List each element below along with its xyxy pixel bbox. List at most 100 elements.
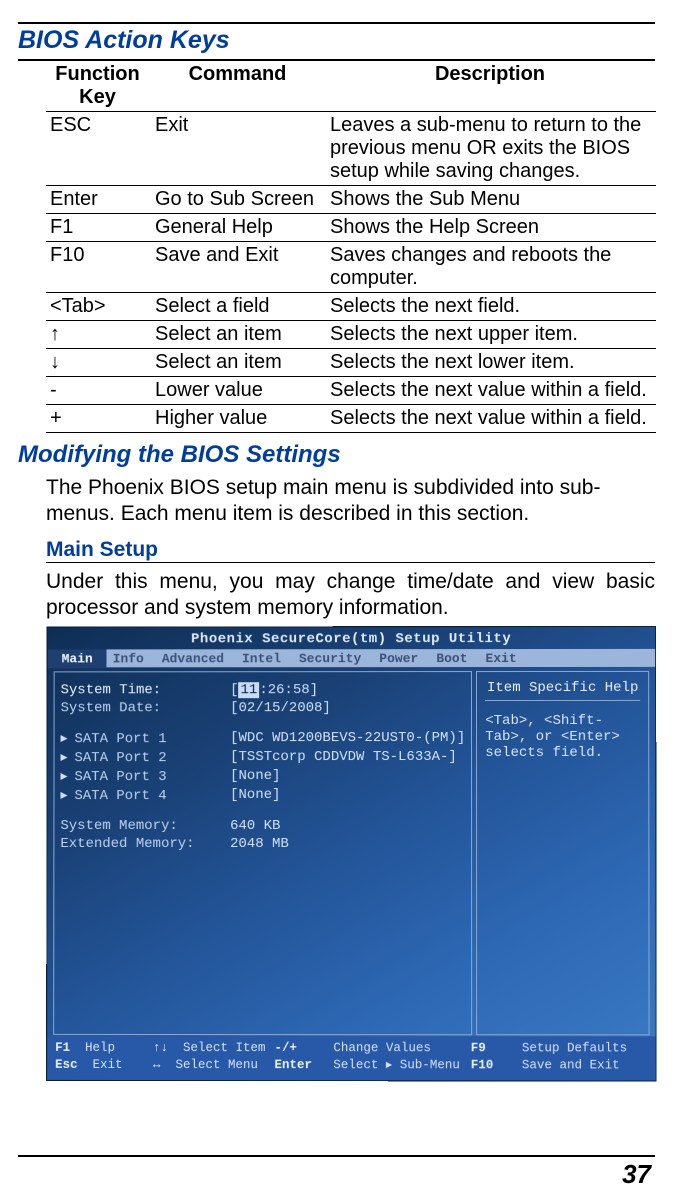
table-row: - Lower value Selects the next value wit… bbox=[46, 377, 656, 405]
cell-key: ↓ bbox=[46, 349, 151, 377]
bios-value-date: [02/15/2008] bbox=[230, 701, 331, 717]
paragraph-main-setup: Under this menu, you may change time/dat… bbox=[46, 569, 655, 620]
bios-footer-arrows: ↑↓ Select Item bbox=[153, 1041, 270, 1058]
submenu-marker-icon: ▸ bbox=[60, 750, 74, 767]
bios-row-extmem: Extended Memory: 2048 MB bbox=[60, 836, 465, 852]
cell-cmd: General Help bbox=[151, 214, 326, 242]
heading-modifying-bios: Modifying the BIOS Settings bbox=[18, 441, 655, 469]
cell-desc: Leaves a sub-menu to return to the previ… bbox=[326, 112, 656, 186]
bios-row-sata2: ▸SATA Port 2 [TSSTcorp CDDVDW TS-L633A-] bbox=[60, 749, 465, 766]
cell-desc: Shows the Help Screen bbox=[326, 214, 656, 242]
bios-menu-intel: Intel bbox=[236, 651, 293, 666]
col-header-description: Description bbox=[326, 61, 656, 112]
cell-desc: Shows the Sub Menu bbox=[326, 186, 656, 214]
bios-row-sata1: ▸SATA Port 1 [WDC WD1200BEVS-22UST0-(PM)… bbox=[61, 730, 466, 747]
bios-label-extmem: Extended Memory: bbox=[60, 836, 230, 852]
bios-footer-f9: F9 bbox=[471, 1041, 518, 1058]
cell-desc: Selects the next value within a field. bbox=[326, 377, 656, 405]
bios-menu-boot: Boot bbox=[430, 651, 479, 666]
bios-footer-lr: ↔ Select Menu bbox=[153, 1058, 271, 1075]
bios-row-sata3: ▸SATA Port 3 [None] bbox=[60, 768, 465, 785]
cell-key: + bbox=[46, 405, 151, 433]
cell-cmd: Go to Sub Screen bbox=[151, 186, 326, 214]
subheading-wrap: Main Setup bbox=[46, 538, 655, 563]
bios-footer-f10: F10 bbox=[471, 1058, 518, 1075]
page-number: 37 bbox=[18, 1159, 651, 1190]
cell-key: ↑ bbox=[46, 321, 151, 349]
cell-key: F1 bbox=[46, 214, 151, 242]
bios-menu-main: Main bbox=[48, 649, 107, 668]
table-row: F1 General Help Shows the Help Screen bbox=[46, 214, 656, 242]
bios-menu-advanced: Advanced bbox=[156, 651, 236, 666]
bios-footer-submenu: Select ▸ Sub-Menu bbox=[333, 1058, 466, 1075]
cell-cmd: Save and Exit bbox=[151, 242, 326, 293]
table-row: ESC Exit Leaves a sub-menu to return to … bbox=[46, 112, 656, 186]
cell-key: ESC bbox=[46, 112, 151, 186]
bios-value-sata2: [TSSTcorp CDDVDW TS-L633A-] bbox=[230, 749, 457, 766]
bios-main-area: System Time: [11:26:58] System Date: [02… bbox=[47, 667, 655, 1037]
submenu-marker-icon: ▸ bbox=[60, 769, 74, 786]
cell-desc: Selects the next lower item. bbox=[326, 349, 656, 377]
bios-menu-power: Power bbox=[373, 651, 430, 666]
table-header-row: Function Key Command Description bbox=[46, 61, 656, 112]
bios-value-sata1: [WDC WD1200BEVS-22UST0-(PM)] bbox=[230, 730, 465, 747]
bios-menu-bar: Main Info Advanced Intel Security Power … bbox=[48, 649, 655, 667]
bios-menu-security: Security bbox=[293, 651, 373, 666]
table-row: ↑ Select an item Selects the next upper … bbox=[46, 321, 656, 349]
cell-cmd: Select an item bbox=[151, 321, 326, 349]
cell-desc: Selects the next field. bbox=[326, 293, 656, 321]
bios-footer: F1 Help ↑↓ Select Item -/+ Change Values… bbox=[47, 1037, 656, 1081]
cell-cmd: Select a field bbox=[151, 293, 326, 321]
cell-key: - bbox=[46, 377, 151, 405]
bios-value-sata3: [None] bbox=[230, 768, 280, 785]
bios-label-sata4: ▸SATA Port 4 bbox=[60, 787, 230, 804]
cell-desc: Selects the next value within a field. bbox=[326, 405, 656, 433]
bottom-rule bbox=[18, 1155, 655, 1157]
submenu-marker-icon: ▸ bbox=[61, 731, 75, 748]
bios-label-sata1: ▸SATA Port 1 bbox=[61, 731, 231, 748]
cell-key: Enter bbox=[46, 186, 151, 214]
bios-label-sata2: ▸SATA Port 2 bbox=[60, 750, 230, 767]
bios-label-sata3: ▸SATA Port 3 bbox=[60, 769, 230, 786]
bios-footer-enter: Enter bbox=[274, 1058, 329, 1075]
bios-row-sysmem: System Memory: 640 KB bbox=[60, 818, 465, 834]
bios-value-extmem: 2048 MB bbox=[230, 836, 289, 852]
document-page: BIOS Action Keys Function Key Command De… bbox=[0, 0, 681, 1200]
bios-time-rest: :26:58] bbox=[259, 683, 318, 699]
bios-value-sysmem: 640 KB bbox=[230, 818, 280, 834]
bios-footer-pm: -/+ bbox=[274, 1041, 329, 1058]
bios-footer-save: Save and Exit bbox=[522, 1058, 648, 1075]
cell-key: F10 bbox=[46, 242, 151, 293]
bios-label-sysmem: System Memory: bbox=[60, 818, 230, 834]
bios-menu-info: Info bbox=[107, 651, 156, 666]
cell-cmd: Exit bbox=[151, 112, 326, 186]
bios-footer-esc: Esc Exit bbox=[55, 1057, 149, 1074]
bios-help-pane: Item Specific Help <Tab>, <Shift-Tab>, o… bbox=[476, 671, 649, 1035]
bios-time-hours-selected: 11 bbox=[239, 683, 260, 699]
bios-screenshot: Phoenix SecureCore(tm) Setup Utility Mai… bbox=[46, 626, 657, 1082]
cell-key: <Tab> bbox=[46, 293, 151, 321]
cell-desc: Selects the next upper item. bbox=[326, 321, 656, 349]
bios-menu-exit: Exit bbox=[480, 651, 529, 666]
paragraph-intro: The Phoenix BIOS setup main menu is subd… bbox=[46, 475, 655, 526]
bios-action-keys-table: Function Key Command Description ESC Exi… bbox=[46, 61, 656, 433]
heading-main-setup: Main Setup bbox=[46, 538, 655, 563]
bios-footer-f1: F1 Help bbox=[55, 1041, 149, 1058]
bios-footer-defaults: Setup Defaults bbox=[522, 1041, 648, 1058]
top-rule bbox=[18, 22, 655, 24]
bios-value-time: [11:26:58] bbox=[230, 683, 318, 699]
heading-bios-action-keys: BIOS Action Keys bbox=[18, 26, 655, 55]
bios-label-time: System Time: bbox=[61, 683, 231, 699]
bios-footer-change: Change Values bbox=[333, 1041, 466, 1058]
col-header-command: Command bbox=[151, 61, 326, 112]
bios-value-sata4: [None] bbox=[230, 787, 280, 804]
bios-row-time: System Time: [11:26:58] bbox=[61, 682, 466, 698]
table-row: ↓ Select an item Selects the next lower … bbox=[46, 349, 656, 377]
table-row: Enter Go to Sub Screen Shows the Sub Men… bbox=[46, 186, 656, 214]
bios-label-date: System Date: bbox=[61, 701, 231, 717]
cell-cmd: Higher value bbox=[151, 405, 326, 433]
table-row: <Tab> Select a field Selects the next fi… bbox=[46, 293, 656, 321]
bios-help-title: Item Specific Help bbox=[485, 680, 640, 701]
bios-row-sata4: ▸SATA Port 4 [None] bbox=[60, 787, 465, 804]
bios-title: Phoenix SecureCore(tm) Setup Utility bbox=[48, 627, 655, 650]
